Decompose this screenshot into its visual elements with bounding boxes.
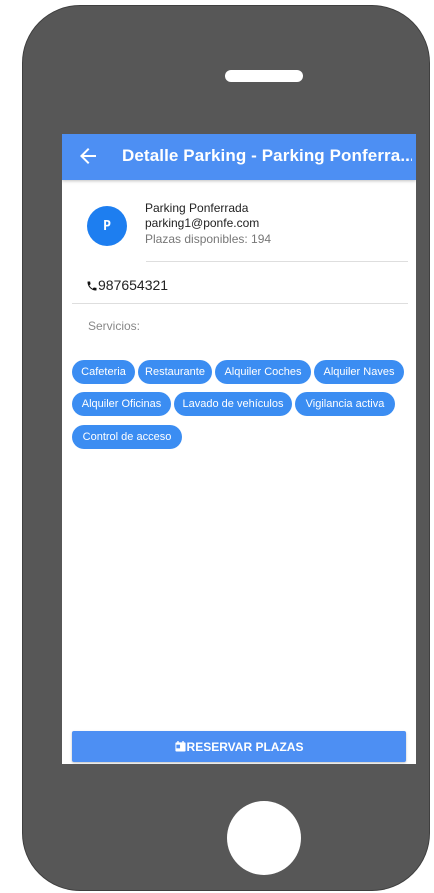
phone-number[interactable]: 987654321: [98, 277, 168, 293]
service-chip[interactable]: Alquiler Coches: [215, 360, 311, 384]
available-spots: Plazas disponibles: 194: [145, 232, 272, 246]
divider: [72, 303, 408, 304]
avatar: P: [87, 206, 127, 246]
home-button[interactable]: [227, 801, 301, 875]
service-chip[interactable]: Alquiler Oficinas: [72, 392, 171, 416]
service-chip[interactable]: Alquiler Naves: [314, 360, 404, 384]
reserve-button-label: RESERVAR PLAZAS: [186, 739, 304, 754]
service-chip[interactable]: Lavado de vehículos: [174, 392, 292, 416]
reserve-button[interactable]: RESERVAR PLAZAS: [72, 731, 406, 762]
calendar-icon: [175, 741, 186, 752]
phone-speaker: [225, 70, 303, 82]
arrow-left-icon[interactable]: [76, 144, 100, 168]
service-chip[interactable]: Control de acceso: [72, 425, 182, 449]
service-chip[interactable]: Vigilancia activa: [295, 392, 395, 416]
service-chip[interactable]: Cafeteria: [72, 360, 135, 384]
service-chip[interactable]: Restaurante: [138, 360, 212, 384]
divider: [146, 261, 408, 262]
phone-icon: [87, 281, 97, 291]
app-bar: Detalle Parking - Parking Ponferra...: [62, 134, 416, 180]
app-screen: Detalle Parking - Parking Ponferra... P …: [62, 134, 416, 764]
services-label: Servicios:: [88, 319, 141, 333]
page-title: Detalle Parking - Parking Ponferra...: [122, 146, 412, 165]
parking-email: parking1@ponfe.com: [145, 216, 260, 230]
parking-name: Parking Ponferrada: [145, 201, 249, 215]
